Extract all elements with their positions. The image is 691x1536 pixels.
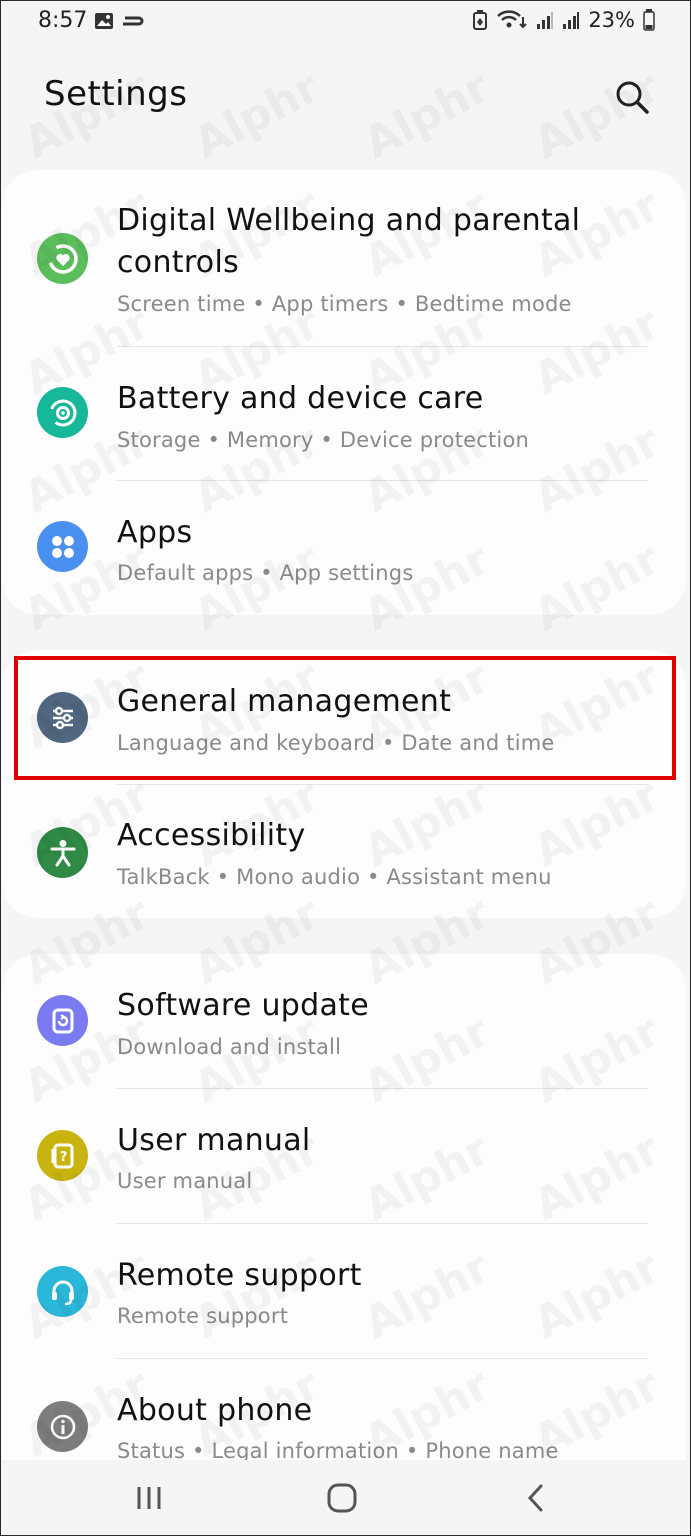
accessibility-icon bbox=[37, 827, 88, 878]
user-manual-icon: ? bbox=[37, 1130, 88, 1181]
about-phone-icon bbox=[37, 1401, 88, 1452]
setting-general-management[interactable]: General management Language and keyboard… bbox=[2, 650, 686, 784]
setting-title: Apps bbox=[117, 515, 193, 550]
setting-subtitle: Screen time • App timers • Bedtime mode bbox=[117, 292, 572, 316]
navigation-bar bbox=[0, 1460, 691, 1536]
back-button[interactable] bbox=[511, 1478, 561, 1518]
setting-subtitle: Remote support bbox=[117, 1304, 289, 1328]
battery-icon bbox=[643, 9, 655, 31]
settings-group-1: Digital Wellbeing and parental controls … bbox=[2, 170, 686, 615]
setting-title: Battery and device care bbox=[117, 381, 484, 416]
setting-apps[interactable]: Apps Default apps • App settings bbox=[2, 481, 686, 615]
settings-group-3: Software update Download and install ? U… bbox=[2, 954, 686, 1514]
gallery-notification-icon bbox=[95, 13, 113, 29]
page-title: Settings bbox=[44, 74, 188, 114]
svg-text:?: ? bbox=[59, 1150, 67, 1165]
sync-notification-icon bbox=[123, 16, 144, 26]
setting-title: Accessibility bbox=[117, 818, 306, 853]
setting-title: Digital Wellbeing and parental controls bbox=[117, 203, 581, 280]
watermark-text: Alphr bbox=[356, 62, 498, 170]
setting-digital-wellbeing[interactable]: Digital Wellbeing and parental controls … bbox=[2, 170, 686, 346]
setting-subtitle: TalkBack • Mono audio • Assistant menu bbox=[117, 865, 552, 889]
remote-support-icon bbox=[37, 1266, 88, 1317]
wifi-icon bbox=[497, 10, 528, 29]
setting-title: Software update bbox=[117, 988, 369, 1023]
signal-icon-1 bbox=[537, 12, 554, 29]
setting-subtitle: Storage • Memory • Device protection bbox=[117, 428, 530, 452]
general-management-icon bbox=[37, 692, 88, 743]
setting-title: About phone bbox=[117, 1393, 313, 1428]
setting-user-manual[interactable]: ? User manual User manual bbox=[2, 1089, 686, 1223]
setting-subtitle: Language and keyboard • Date and time bbox=[117, 731, 555, 755]
settings-group-2: General management Language and keyboard… bbox=[2, 650, 686, 918]
digital-wellbeing-icon bbox=[37, 233, 88, 284]
home-button[interactable] bbox=[317, 1478, 367, 1518]
setting-title: General management bbox=[117, 684, 452, 719]
setting-subtitle: User manual bbox=[117, 1169, 253, 1193]
watermark-text: Alphr bbox=[186, 62, 328, 170]
setting-accessibility[interactable]: Accessibility TalkBack • Mono audio • As… bbox=[2, 785, 686, 918]
home-icon bbox=[327, 1483, 357, 1513]
status-bar: 8:57 23% bbox=[0, 0, 691, 44]
setting-software-update[interactable]: Software update Download and install bbox=[2, 954, 686, 1088]
setting-title: User manual bbox=[117, 1123, 311, 1158]
status-time: 8:57 bbox=[38, 8, 88, 33]
setting-subtitle: Default apps • App settings bbox=[117, 561, 414, 585]
setting-subtitle: Download and install bbox=[117, 1035, 342, 1059]
recent-apps-button[interactable] bbox=[124, 1478, 174, 1518]
signal-icon-2 bbox=[563, 12, 580, 29]
battery-saver-icon bbox=[473, 10, 488, 30]
search-icon[interactable] bbox=[612, 77, 652, 117]
back-icon bbox=[527, 1484, 543, 1512]
battery-percent: 23% bbox=[588, 8, 635, 32]
device-care-icon bbox=[37, 387, 88, 438]
setting-battery-device-care[interactable]: Battery and device care Storage • Memory… bbox=[2, 347, 686, 480]
setting-remote-support[interactable]: Remote support Remote support bbox=[2, 1224, 686, 1358]
recent-apps-icon bbox=[137, 1487, 161, 1509]
setting-title: Remote support bbox=[117, 1258, 362, 1293]
software-update-icon bbox=[37, 995, 88, 1046]
apps-icon bbox=[37, 521, 88, 572]
